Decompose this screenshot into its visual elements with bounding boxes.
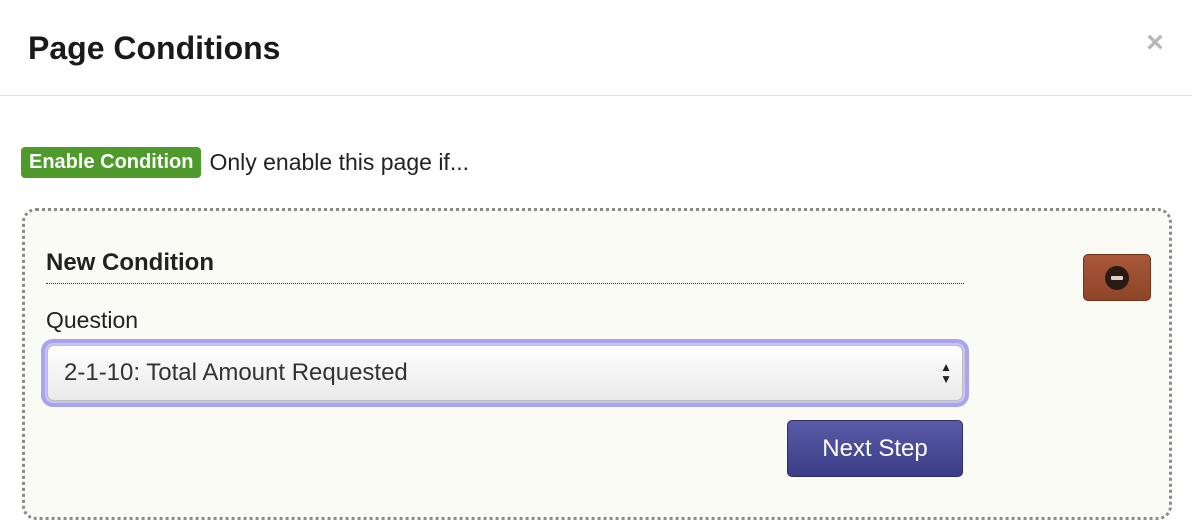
updown-arrows-icon: ▲ ▼ xyxy=(940,360,952,386)
condition-box: New Condition Question 2-1-10: Total Amo… xyxy=(22,208,1172,520)
question-select-focus-ring: 2-1-10: Total Amount Requested ▲ ▼ xyxy=(41,339,969,407)
modal-title: Page Conditions xyxy=(28,30,281,66)
question-select-value: 2-1-10: Total Amount Requested xyxy=(64,359,408,386)
remove-circle-icon xyxy=(1105,265,1129,290)
page-conditions-modal: Page Conditions × Enable Condition Only … xyxy=(0,0,1192,528)
modal-header: Page Conditions × xyxy=(0,0,1192,96)
question-label: Question xyxy=(46,307,139,333)
question-select[interactable]: 2-1-10: Total Amount Requested ▲ ▼ xyxy=(47,345,963,401)
enable-condition-badge: Enable Condition xyxy=(21,147,202,178)
intro-text: Only enable this page if... xyxy=(209,149,469,175)
condition-heading: New Condition xyxy=(46,249,964,284)
close-icon[interactable]: × xyxy=(1140,26,1170,60)
remove-condition-button[interactable] xyxy=(1083,254,1151,301)
condition-intro: Enable Condition Only enable this page i… xyxy=(21,147,469,178)
next-step-button[interactable]: Next Step xyxy=(787,420,963,477)
